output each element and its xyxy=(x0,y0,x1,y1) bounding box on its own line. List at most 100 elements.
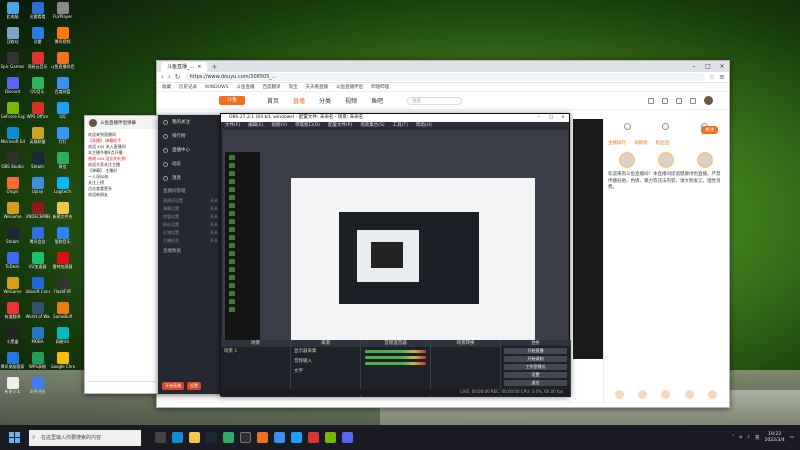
chat-input[interactable] xyxy=(87,381,156,391)
url-input[interactable]: https://www.douyu.com/308505_... xyxy=(184,73,705,81)
sidebar-setting-row[interactable]: 直播间设置 开关 xyxy=(158,197,223,205)
new-tab-icon[interactable]: + xyxy=(207,63,221,72)
sidebar-setting-row[interactable]: 礼物设置 开关 xyxy=(158,229,223,237)
nav-live[interactable]: 直播 xyxy=(293,96,305,105)
obs-menu-item[interactable]: 编辑(E) xyxy=(248,122,263,129)
desktop-icon[interactable]: 钉钉 xyxy=(50,125,75,150)
desktop-icon[interactable]: WeGame xyxy=(0,200,25,225)
maximize-icon[interactable]: □ xyxy=(701,62,715,72)
chevron-up-icon[interactable]: ˄ xyxy=(732,435,734,440)
obs-control-button[interactable]: 设置 xyxy=(504,372,567,378)
obs-control-button[interactable]: 开始直播 xyxy=(504,348,567,354)
desktop-icon[interactable] xyxy=(50,375,75,400)
desktop-icon[interactable]: Steam xyxy=(25,150,50,175)
bookmark-item[interactable]: 收藏 xyxy=(162,84,171,90)
task-view-icon[interactable] xyxy=(155,432,166,443)
desktop-icon[interactable]: 新建文本 xyxy=(0,375,25,400)
file-explorer-icon[interactable] xyxy=(189,432,200,443)
browser-tab[interactable]: 斗鱼直播_... × xyxy=(161,62,208,72)
desktop-icon[interactable]: QQ音乐 xyxy=(25,75,50,100)
bookmark-item[interactable]: 百度翻译 xyxy=(262,84,280,90)
desktop-icon[interactable]: FLVPlayer xyxy=(50,0,75,25)
nav-fishbar[interactable]: 鱼吧 xyxy=(371,96,383,105)
avatar[interactable] xyxy=(619,152,636,168)
obs-menu-item[interactable]: 场景集合(S) xyxy=(360,122,384,129)
sidebar-setting-row[interactable]: 粉丝设置 开关 xyxy=(158,221,223,229)
sidebar-setting-row[interactable]: 主播任务 开关 xyxy=(158,237,223,245)
bookmark-item[interactable]: 斗鱼直播 xyxy=(236,84,254,90)
site-search-input[interactable]: 搜索 xyxy=(407,96,463,105)
sidebar-item[interactable]: 直播中心 xyxy=(158,143,223,157)
discord-icon[interactable] xyxy=(342,432,353,443)
follow-button[interactable]: 关注 xyxy=(701,126,718,134)
rank-tab[interactable]: 主播排行 xyxy=(608,140,626,146)
desktop-icon[interactable]: Epic Games Launcher xyxy=(0,50,25,75)
minimize-icon[interactable]: – xyxy=(687,62,701,72)
desktop-icon[interactable]: 有道翻译 xyxy=(0,300,25,325)
rank-tab[interactable]: 粉丝团 xyxy=(656,140,670,146)
message-icon[interactable] xyxy=(662,97,668,104)
obs-preview[interactable] xyxy=(223,130,568,342)
bookmark-item[interactable]: 淘宝 xyxy=(288,84,297,90)
desktop-icon[interactable]: GeForce Experience xyxy=(0,100,25,125)
rank-tab[interactable]: 贡献榜 xyxy=(634,140,648,146)
close-icon[interactable]: × xyxy=(197,62,201,72)
nav-category[interactable]: 分类 xyxy=(319,96,331,105)
upload-icon[interactable] xyxy=(690,97,696,104)
menu-icon[interactable]: ≡ xyxy=(719,73,725,81)
desktop-icon[interactable]: Google Chrome xyxy=(50,350,75,375)
desktop-icon[interactable]: 百度网盘 xyxy=(50,75,75,100)
steam-icon[interactable] xyxy=(206,432,217,443)
desktop-icon[interactable]: 腾讯电脑管家 xyxy=(0,350,25,375)
desktop-icon[interactable]: WPS表格 xyxy=(25,350,50,375)
desktop-icon[interactable]: Steam xyxy=(0,225,25,250)
input-language[interactable]: 英 xyxy=(755,435,760,441)
desktop-icon[interactable]: 腾讯视频 xyxy=(50,25,75,50)
desktop-icon[interactable]: 英雄联盟 xyxy=(25,125,50,150)
start-live-button[interactable]: 开始直播 xyxy=(162,382,184,390)
wechat-icon[interactable] xyxy=(223,432,234,443)
bookmark-item[interactable]: 历史记录 xyxy=(179,84,197,90)
desktop-icon[interactable]: Ubisoft Connect xyxy=(25,275,50,300)
obs-menu-item[interactable]: 工具(T) xyxy=(393,122,408,129)
history-icon[interactable] xyxy=(676,97,682,104)
nav-home[interactable]: 首页 xyxy=(267,96,279,105)
share-icon[interactable] xyxy=(623,123,631,130)
music-icon[interactable] xyxy=(308,432,319,443)
desktop-icon[interactable]: ToDesk xyxy=(0,250,25,275)
sidebar-item[interactable]: 动态 xyxy=(158,157,223,171)
obs-menu-item[interactable]: 配置文件(P) xyxy=(328,122,352,129)
desktop-icon[interactable]: GameBuff xyxy=(50,300,75,325)
desktop-icon[interactable]: 网易UU xyxy=(50,325,75,350)
nav-video[interactable]: 视频 xyxy=(345,96,357,105)
notification-icon[interactable]: ▭ xyxy=(790,435,794,440)
gift-icon[interactable] xyxy=(615,390,625,399)
desktop-icon[interactable]: OBS Studio xyxy=(0,150,25,175)
desktop-icon[interactable]: 迅雷看看 xyxy=(25,0,50,25)
volume-icon[interactable]: ♪ xyxy=(747,435,750,440)
star-icon[interactable]: ☆ xyxy=(709,73,715,81)
desktop-icon[interactable]: 斗鱼直播伴侣 xyxy=(50,50,75,75)
douyu-logo[interactable]: 斗鱼 xyxy=(219,96,245,105)
sidebar-item[interactable]: 我的关注 xyxy=(158,115,223,129)
obs-menu-item[interactable]: 帮助(H) xyxy=(416,122,432,129)
desktop-icon[interactable]: 雷神加速器 xyxy=(50,250,75,275)
avatar[interactable] xyxy=(696,152,713,168)
maximize-icon[interactable]: □ xyxy=(545,114,557,122)
edge-icon[interactable] xyxy=(172,432,183,443)
desktop-icon[interactable]: UNDECEMBER xyxy=(25,200,50,225)
back-icon[interactable]: ‹ xyxy=(161,73,164,81)
refresh-icon[interactable]: ↻ xyxy=(175,73,181,81)
desktop-icon[interactable]: World of Warships xyxy=(25,300,50,325)
desktop-icon[interactable]: 高德地图 xyxy=(25,375,50,400)
obs-icon[interactable] xyxy=(240,432,251,443)
desktop-icon[interactable]: 此电脑 xyxy=(0,0,25,25)
desktop-icon[interactable]: QQ xyxy=(50,100,75,125)
desktop-icon[interactable]: Uplay xyxy=(25,175,50,200)
obs-control-button[interactable]: 工作室模式 xyxy=(504,364,567,370)
close-icon[interactable]: × xyxy=(715,62,729,72)
chrome-icon[interactable] xyxy=(274,432,285,443)
gift-icon[interactable] xyxy=(684,390,694,399)
source-item[interactable]: 音频输入 xyxy=(291,357,360,367)
obs-control-button[interactable]: 退出 xyxy=(504,380,567,386)
